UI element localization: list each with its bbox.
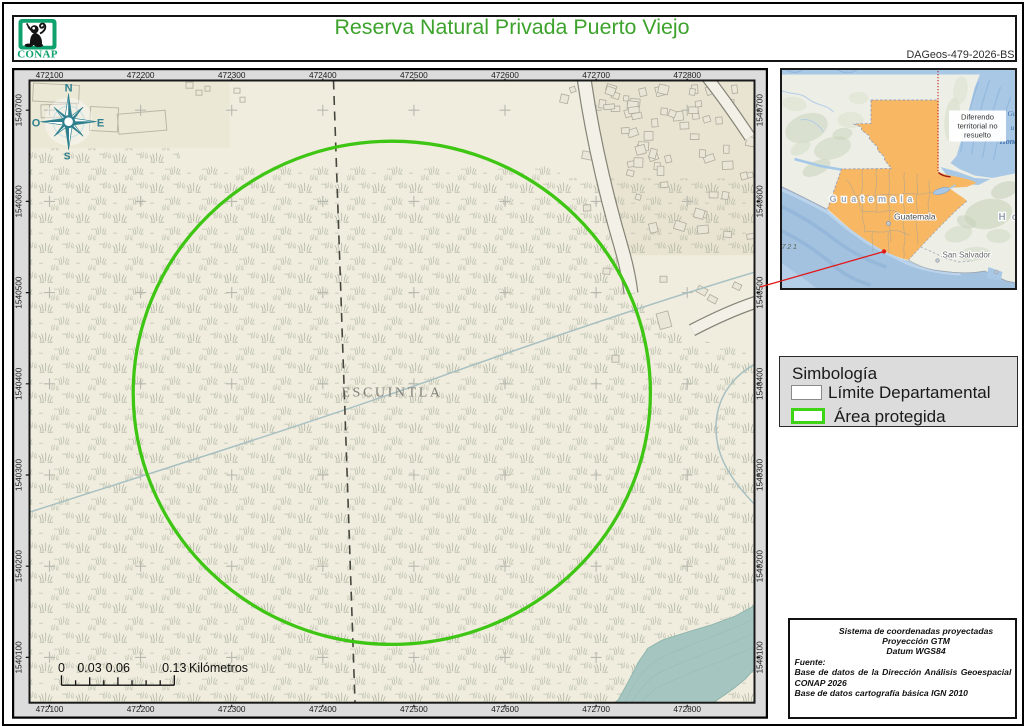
svg-text:resuelto: resuelto [963,131,990,140]
svg-text:472300: 472300 [218,70,246,80]
svg-text:San Salvador: San Salvador [942,251,990,260]
svg-text:0: 0 [58,661,65,675]
svg-text:0.13: 0.13 [162,661,186,675]
svg-text:1540700: 1540700 [754,93,764,126]
svg-text:472700: 472700 [582,70,610,80]
svg-text:O: O [32,117,41,129]
svg-text:1540300: 1540300 [14,458,24,491]
svg-text:472300: 472300 [218,704,246,714]
svg-text:N: N [65,82,73,94]
svg-text:1540400: 1540400 [754,367,764,400]
svg-text:472100: 472100 [36,704,64,714]
svg-text:472200: 472200 [127,704,155,714]
svg-text:472400: 472400 [309,704,337,714]
svg-text:Guatemala: Guatemala [894,212,936,222]
svg-text:1540500: 1540500 [754,276,764,309]
svg-text:S: S [64,151,71,162]
svg-text:1540100: 1540100 [14,641,24,674]
svg-text:721: 721 [781,242,798,251]
svg-text:472100: 472100 [36,70,64,80]
svg-text:0.06: 0.06 [106,661,130,675]
svg-text:472800: 472800 [673,70,701,80]
svg-text:472600: 472600 [491,70,519,80]
svg-text:0.03: 0.03 [77,661,101,675]
svg-text:1540700: 1540700 [14,93,24,126]
svg-text:472400: 472400 [309,70,337,80]
svg-text:472200: 472200 [127,70,155,80]
svg-text:ESCUINTLA: ESCUINTLA [341,385,442,400]
svg-text:1540600: 1540600 [14,185,24,218]
svg-text:1540100: 1540100 [754,641,764,674]
svg-text:Guatemala: Guatemala [829,194,916,204]
svg-text:1540500: 1540500 [14,276,24,309]
svg-text:Kilómetros: Kilómetros [189,661,248,675]
svg-text:1540200: 1540200 [754,549,764,582]
svg-text:1540600: 1540600 [754,185,764,218]
svg-text:territorial no: territorial no [957,122,997,131]
svg-text:472500: 472500 [400,70,428,80]
svg-text:472600: 472600 [491,704,519,714]
svg-text:Diferendo: Diferendo [961,113,994,122]
svg-text:u: u [1010,123,1014,132]
svg-text:E: E [97,117,104,129]
svg-text:1540300: 1540300 [754,458,764,491]
svg-text:472700: 472700 [582,704,610,714]
svg-text:1540200: 1540200 [14,549,24,582]
svg-text:472800: 472800 [673,704,701,714]
svg-text:Ho: Ho [998,212,1017,223]
svg-text:1540400: 1540400 [14,367,24,400]
svg-text:472500: 472500 [400,704,428,714]
